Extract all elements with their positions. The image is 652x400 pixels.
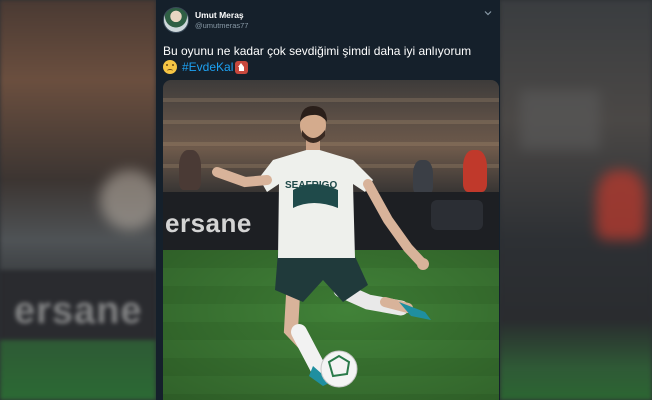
hashtag-link[interactable]: #EvdeKal [182, 60, 233, 74]
football-player: SEAFRIGO [212, 106, 431, 388]
tweet-text: Bu oyunu ne kadar çok sevdiğimi şimdi da… [163, 44, 472, 58]
tweet-card: Umut Meraş @umutmeras77 Bu oyunu ne kada… [156, 0, 500, 400]
sad-face-emoji-icon [163, 60, 177, 74]
chevron-down-icon[interactable] [483, 8, 493, 18]
background-left-blur: ersane [0, 0, 160, 400]
background-board-text: ersane [14, 290, 143, 332]
tweet-photo[interactable]: ersane SEAFRIGO [163, 80, 499, 400]
background-right-blur [500, 0, 652, 400]
tweet-header: Umut Meraş @umutmeras77 [163, 6, 493, 36]
shirt-sponsor-text: SEAFRIGO [285, 180, 337, 191]
avatar[interactable] [163, 7, 189, 33]
author-name[interactable]: Umut Meraş [195, 10, 244, 20]
author-handle[interactable]: @umutmeras77 [195, 21, 248, 30]
house-emoji-icon [235, 60, 249, 74]
tweet-text-line-2: #EvdeKal [163, 58, 249, 76]
